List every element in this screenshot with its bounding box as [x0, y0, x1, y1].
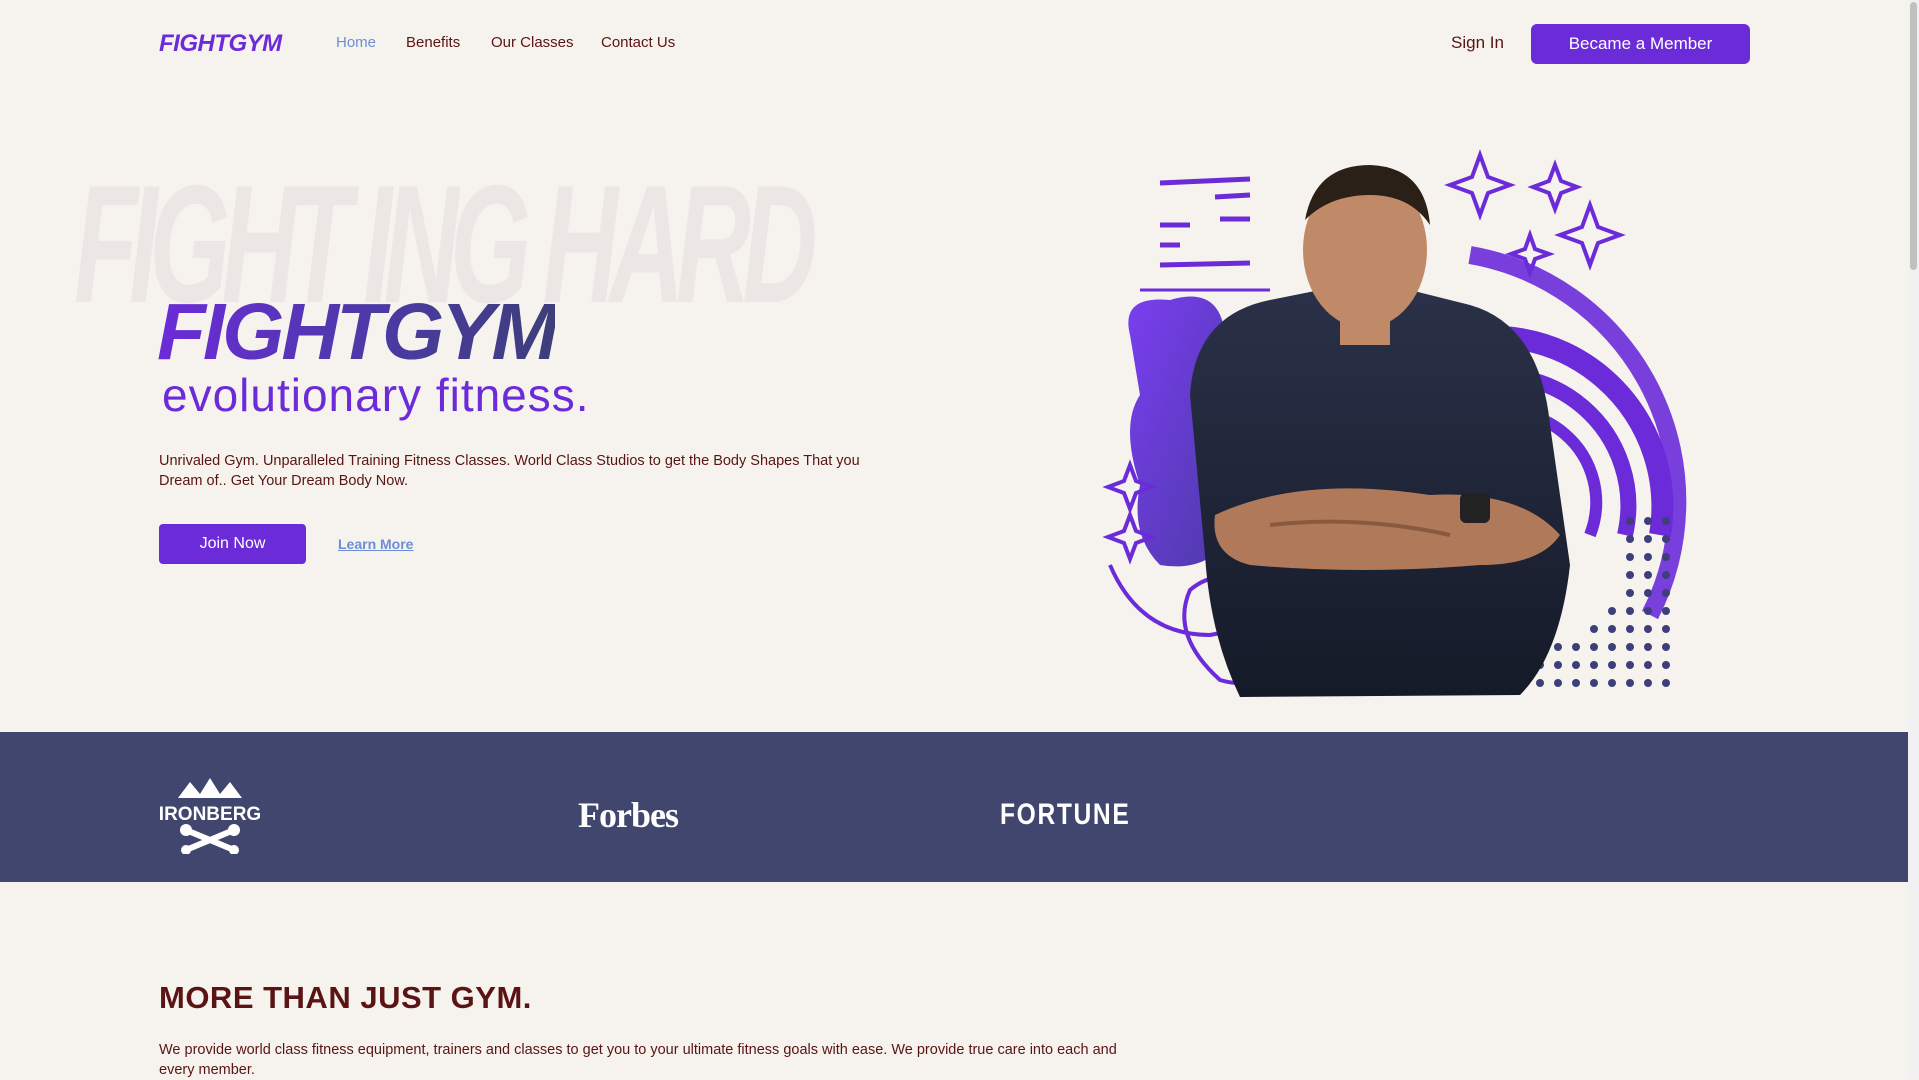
section-description: We provide world class fitness equipment…	[159, 1042, 1117, 1078]
press-logos-band: IRONBERG Forbes FORTUNE	[0, 732, 1910, 882]
hero-description: Unrivaled Gym. Unparalleled Training Fit…	[159, 453, 860, 489]
trainer-photo	[1190, 165, 1570, 697]
sign-in-link[interactable]: Sign In	[1451, 33, 1504, 53]
nav-link-our-classes[interactable]: Our Classes	[491, 34, 574, 51]
hero-illustration	[1102, 149, 1687, 697]
hero-title: FIGHTGYM	[157, 287, 558, 376]
svg-text:IRONBERG: IRONBERG	[159, 804, 261, 825]
forbes-logo: Forbes	[578, 795, 679, 835]
site-logo[interactable]: FIGHTGYM	[159, 30, 282, 58]
lines-decoration	[1140, 176, 1270, 292]
hero-subtitle: evolutionary fitness.	[162, 369, 590, 421]
ironberg-logo: IRONBERG	[159, 778, 261, 854]
page-scrollbar[interactable]	[1908, 0, 1919, 1079]
nav-link-home[interactable]: Home	[336, 34, 376, 51]
become-member-button[interactable]: Became a Member	[1531, 24, 1750, 64]
nav-link-benefits[interactable]: Benefits	[406, 34, 460, 51]
learn-more-link[interactable]: Learn More	[338, 536, 413, 552]
scrollbar-thumb[interactable]	[1910, 2, 1917, 270]
join-now-button[interactable]: Join Now	[159, 524, 306, 564]
nav-link-contact-us[interactable]: Contact Us	[601, 34, 675, 51]
top-navbar: FIGHTGYM Home Benefits Our Classes Conta…	[0, 0, 1908, 88]
fortune-logo: FORTUNE	[1000, 798, 1131, 831]
section-title: MORE THAN JUST GYM.	[159, 980, 532, 1015]
